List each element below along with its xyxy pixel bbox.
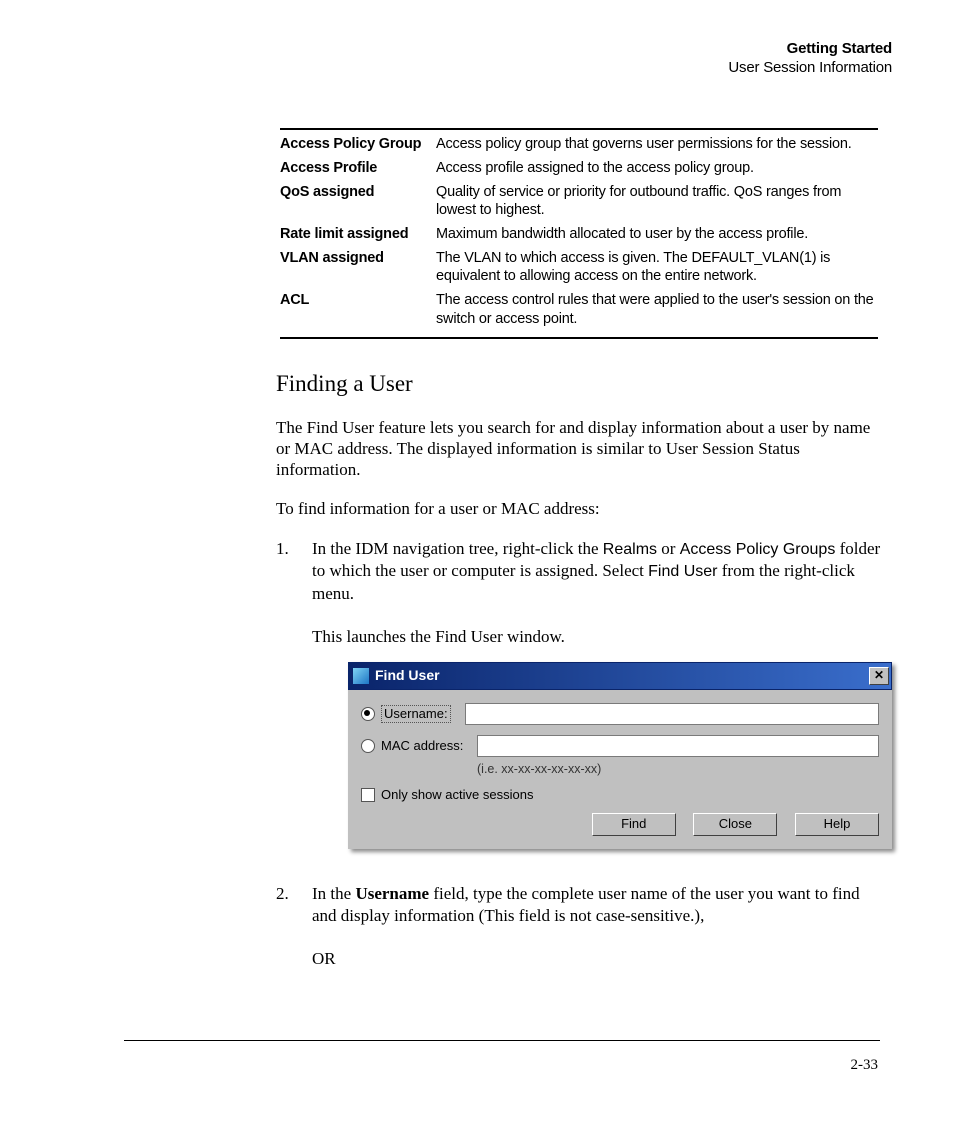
find-user-dialog: Find User ✕ Username: <box>348 662 892 849</box>
username-row: Username: <box>361 703 879 725</box>
dialog-title: Find User <box>375 667 869 685</box>
dialog-body: Username: MAC address: (i.e. xx-xx-xx-xx… <box>348 690 892 849</box>
step-text: In the IDM navigation tree, right-click … <box>312 538 892 869</box>
page-header: Getting Started User Session Information <box>62 40 892 78</box>
term: VLAN assigned <box>280 249 436 285</box>
definition: Access policy group that governs user pe… <box>436 135 878 153</box>
term: QoS assigned <box>280 183 436 219</box>
dialog-icon <box>353 668 369 684</box>
page-number: 2-33 <box>62 1057 878 1074</box>
table-row: Rate limit assigned Maximum bandwidth al… <box>280 222 878 246</box>
footer-rule <box>124 1040 880 1041</box>
help-button[interactable]: Help <box>795 813 879 836</box>
username-label: Username: <box>381 705 451 724</box>
step-number: 1. <box>276 538 312 869</box>
mac-label: MAC address: <box>381 738 477 755</box>
mac-radio[interactable] <box>361 739 375 753</box>
table-row: Access Policy Group Access policy group … <box>280 132 878 156</box>
term: Access Policy Group <box>280 135 436 153</box>
only-active-row: Only show active sessions <box>361 787 879 804</box>
intro-paragraph: The Find User feature lets you search fo… <box>276 417 880 481</box>
definition: The access control rules that were appli… <box>436 291 878 327</box>
only-active-checkbox[interactable] <box>361 788 375 802</box>
definition: Maximum bandwidth allocated to user by t… <box>436 225 878 243</box>
step-1: 1. In the IDM navigation tree, right-cli… <box>276 538 880 869</box>
definition-table: Access Policy Group Access policy group … <box>280 128 878 339</box>
dialog-buttons: Find Close Help <box>361 807 879 838</box>
term: Access Profile <box>280 159 436 177</box>
step-text: In the Username field, type the complete… <box>312 883 880 970</box>
mac-row: MAC address: <box>361 735 879 757</box>
username-input[interactable] <box>465 703 879 725</box>
mac-input[interactable] <box>477 735 879 757</box>
table-row: ACL The access control rules that were a… <box>280 288 878 330</box>
table-row: QoS assigned Quality of service or prior… <box>280 180 878 222</box>
instruction-lead: To find information for a user or MAC ad… <box>276 498 880 519</box>
definition: Access profile assigned to the access po… <box>436 159 878 177</box>
step-2: 2. In the Username field, type the compl… <box>276 883 880 970</box>
term: ACL <box>280 291 436 327</box>
only-active-label: Only show active sessions <box>381 787 533 804</box>
table-row: Access Profile Access profile assigned t… <box>280 156 878 180</box>
dialog-titlebar: Find User ✕ <box>348 662 892 690</box>
definition: Quality of service or priority for outbo… <box>436 183 878 219</box>
section-title: Finding a User <box>276 371 880 397</box>
username-radio[interactable] <box>361 707 375 721</box>
definition: The VLAN to which access is given. The D… <box>436 249 878 285</box>
close-button2[interactable]: Close <box>693 813 777 836</box>
term: Rate limit assigned <box>280 225 436 243</box>
step-number: 2. <box>276 883 312 970</box>
header-subtitle: User Session Information <box>62 59 892 78</box>
mac-hint: (i.e. xx-xx-xx-xx-xx-xx) <box>477 761 879 777</box>
table-row: VLAN assigned The VLAN to which access i… <box>280 246 878 288</box>
close-button[interactable]: ✕ <box>869 667 889 685</box>
find-button[interactable]: Find <box>592 813 676 836</box>
header-title: Getting Started <box>62 40 892 59</box>
